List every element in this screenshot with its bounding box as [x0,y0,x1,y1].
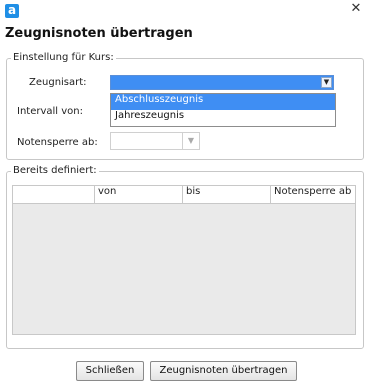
notensperre-select[interactable]: ▼ [110,132,200,150]
column-header-bis[interactable]: bis [183,186,271,203]
chevron-down-icon[interactable]: ▼ [321,77,332,88]
option-jahreszeugnis[interactable]: Jahreszeugnis [111,110,335,126]
intervall-von-label: Intervall von: [17,106,83,117]
table-header: von bis Notensperre ab [13,186,355,204]
zeugnisart-select[interactable]: ▼ [110,75,334,90]
zeugnisart-label: Zeugnisart: [29,77,87,88]
defined-legend: Bereits definiert: [11,165,99,176]
column-header-blank[interactable] [13,186,95,203]
dialog-title: Zeugnisnoten übertragen [5,26,193,41]
app-logo-icon: a [5,4,19,18]
defined-table[interactable]: von bis Notensperre ab [12,185,356,335]
zeugnisart-dropdown-list: Abschlusszeugnis Jahreszeugnis [110,93,336,127]
option-abschlusszeugnis[interactable]: Abschlusszeugnis [111,94,335,110]
notensperre-label: Notensperre ab: [17,137,98,148]
close-button[interactable]: Schließen [76,361,144,381]
course-settings-legend: Einstellung für Kurs: [11,52,116,63]
column-header-von[interactable]: von [95,186,183,203]
column-header-notensperre[interactable]: Notensperre ab [271,186,355,203]
chevron-down-icon[interactable]: ▼ [182,133,199,149]
close-icon[interactable]: ✕ [348,0,364,18]
transfer-grades-button[interactable]: Zeugnisnoten übertragen [150,361,297,381]
